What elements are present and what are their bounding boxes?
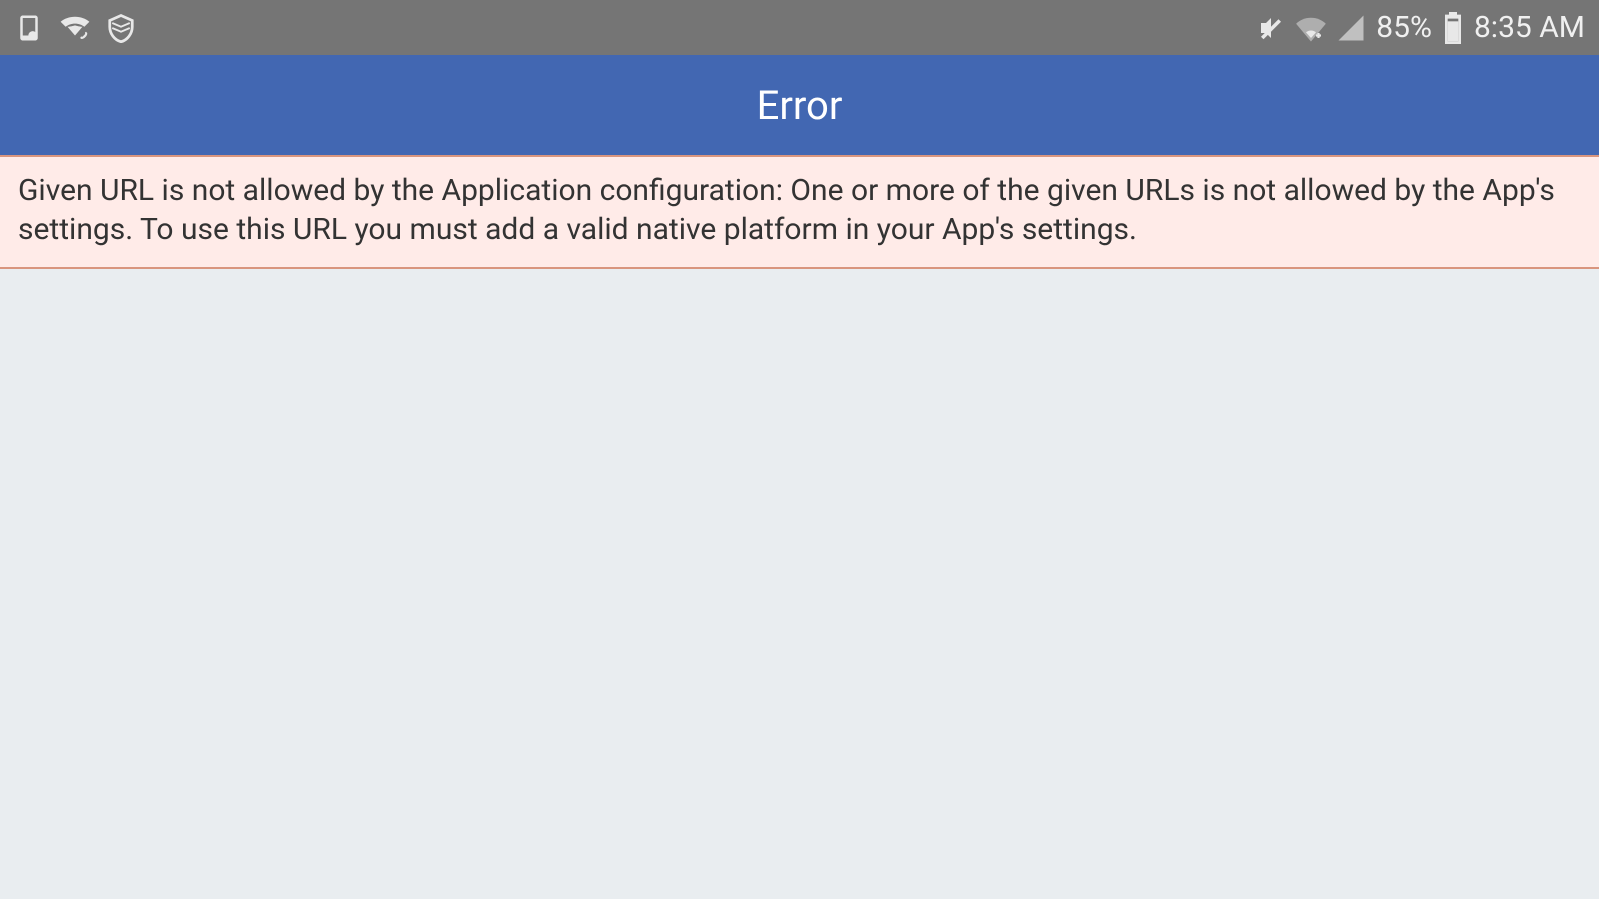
signal-icon — [1336, 13, 1366, 43]
shield-icon — [106, 13, 136, 43]
mute-icon — [1256, 13, 1286, 43]
error-message: Given URL is not allowed by the Applicat… — [18, 171, 1581, 249]
page-title: Error — [757, 82, 843, 129]
status-bar-left — [14, 13, 136, 43]
clock-time: 8:35 AM — [1474, 10, 1585, 45]
title-bar: Error — [0, 55, 1599, 155]
wifi-icon — [1296, 13, 1326, 43]
battery-percentage: 85% — [1376, 10, 1432, 45]
sim-card-icon — [14, 13, 44, 43]
wifi-calling-icon — [60, 13, 90, 43]
battery-icon — [1442, 12, 1464, 44]
status-bar: 85% 8:35 AM — [0, 0, 1599, 55]
status-bar-right: 85% 8:35 AM — [1256, 10, 1585, 45]
error-banner: Given URL is not allowed by the Applicat… — [0, 155, 1599, 269]
